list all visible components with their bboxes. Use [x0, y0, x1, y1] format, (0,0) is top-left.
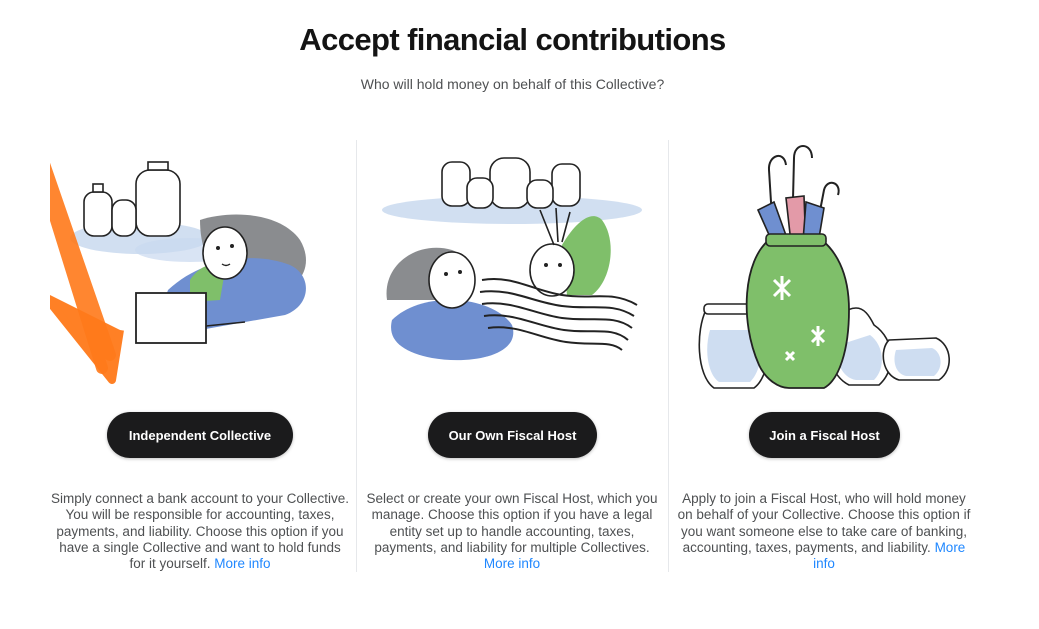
description-text: Apply to join a Fiscal Host, who will ho…: [677, 491, 971, 555]
own-fiscal-host-illustration: [382, 157, 642, 361]
description-text: Select or create your own Fiscal Host, w…: [366, 491, 658, 555]
join-fiscal-host-illustration: [698, 145, 950, 389]
page-subtitle: Who will hold money on behalf of this Co…: [360, 76, 665, 92]
column-divider: [356, 140, 357, 572]
page-title: Accept financial contributions: [299, 22, 726, 57]
description-text: Simply connect a bank account to your Co…: [51, 491, 349, 572]
own-fiscal-host-description: Select or create your own Fiscal Host, w…: [362, 491, 662, 572]
join-fiscal-host-description: Apply to join a Fiscal Host, who will ho…: [674, 491, 974, 572]
own-fiscal-host-button[interactable]: Our Own Fiscal Host: [428, 412, 597, 458]
more-info-link[interactable]: More info: [214, 556, 270, 571]
join-fiscal-host-button[interactable]: Join a Fiscal Host: [749, 412, 900, 458]
independent-collective-description: Simply connect a bank account to your Co…: [50, 491, 350, 572]
independent-collective-button[interactable]: Independent Collective: [107, 412, 293, 458]
independent-collective-illustration: [50, 161, 306, 384]
more-info-link[interactable]: More info: [484, 556, 540, 571]
column-divider: [668, 140, 669, 572]
